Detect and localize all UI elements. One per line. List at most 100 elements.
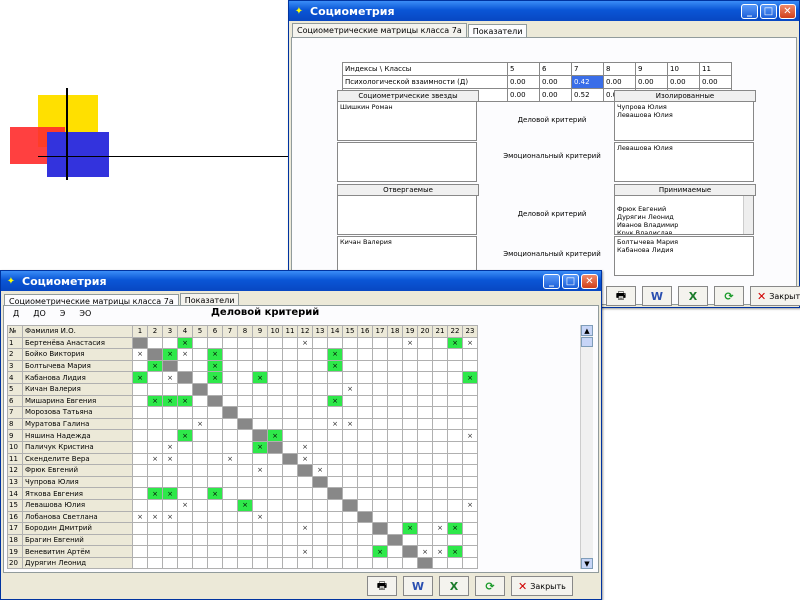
matrix-cell[interactable] bbox=[267, 498, 283, 512]
stars-business-list[interactable]: Шишкин Роман bbox=[337, 101, 477, 141]
matrix-cell[interactable] bbox=[387, 371, 403, 384]
matrix-cell[interactable] bbox=[252, 452, 268, 466]
matrix-cell[interactable] bbox=[357, 440, 373, 454]
matrix-cell[interactable] bbox=[252, 475, 268, 489]
matrix-cell[interactable] bbox=[447, 348, 463, 361]
positive-choice-cell[interactable]: × bbox=[162, 348, 178, 361]
matrix-cell[interactable] bbox=[207, 429, 223, 442]
negative-choice-cell[interactable]: × bbox=[177, 348, 193, 361]
matrix-cell[interactable] bbox=[462, 417, 478, 431]
matrix-cell[interactable] bbox=[402, 498, 418, 512]
matrix-cell[interactable] bbox=[267, 510, 283, 524]
diagonal-cell[interactable] bbox=[372, 522, 388, 535]
matrix-cell[interactable] bbox=[357, 487, 373, 500]
matrix-cell[interactable] bbox=[267, 394, 283, 408]
matrix-cell[interactable] bbox=[417, 336, 433, 350]
matrix-cell[interactable] bbox=[282, 533, 298, 547]
matrix-cell[interactable] bbox=[432, 533, 448, 547]
matrix-cell[interactable] bbox=[237, 452, 253, 466]
diagonal-cell[interactable] bbox=[402, 545, 418, 558]
negative-choice-cell[interactable]: × bbox=[297, 545, 313, 558]
matrix-cell[interactable] bbox=[402, 382, 418, 396]
matrix-cell[interactable] bbox=[357, 406, 373, 419]
diagonal-cell[interactable] bbox=[312, 475, 328, 489]
negative-choice-cell[interactable]: × bbox=[462, 336, 478, 350]
index-value-cell[interactable]: 0.00 bbox=[603, 75, 636, 89]
matrix-cell[interactable] bbox=[222, 533, 238, 547]
subtab-eo[interactable]: ЭО bbox=[77, 309, 93, 318]
matrix-cell[interactable] bbox=[432, 464, 448, 477]
matrix-cell[interactable] bbox=[402, 533, 418, 547]
matrix-cell[interactable] bbox=[312, 487, 328, 500]
close-window-button[interactable]: ✕ bbox=[779, 3, 796, 19]
matrix-cell[interactable] bbox=[252, 498, 268, 512]
matrix-cell[interactable] bbox=[312, 429, 328, 442]
matrix-cell[interactable] bbox=[147, 429, 163, 442]
matrix-cell[interactable] bbox=[282, 440, 298, 454]
index-value-cell[interactable]: 5 bbox=[507, 62, 540, 76]
matrix-cell[interactable] bbox=[342, 359, 358, 373]
matrix-cell[interactable] bbox=[357, 522, 373, 535]
maximize-button[interactable]: □ bbox=[760, 3, 777, 19]
matrix-cell[interactable] bbox=[417, 359, 433, 373]
matrix-cell[interactable] bbox=[327, 429, 343, 442]
matrix-cell[interactable] bbox=[462, 406, 478, 419]
negative-choice-cell[interactable]: × bbox=[432, 545, 448, 558]
matrix-cell[interactable] bbox=[297, 510, 313, 524]
diagonal-cell[interactable] bbox=[237, 417, 253, 431]
matrix-cell[interactable] bbox=[447, 533, 463, 547]
matrix-cell[interactable] bbox=[252, 406, 268, 419]
diagonal-cell[interactable] bbox=[192, 382, 208, 396]
diagonal-cell[interactable] bbox=[207, 394, 223, 408]
matrix-cell[interactable] bbox=[147, 417, 163, 431]
matrix-cell[interactable] bbox=[237, 429, 253, 442]
scroll-down-icon[interactable]: ▼ bbox=[581, 558, 593, 569]
index-value-cell[interactable]: 0.00 bbox=[507, 75, 540, 89]
index-label-cell[interactable]: Психологической взаимности (Д) bbox=[342, 75, 508, 89]
matrix-cell[interactable] bbox=[402, 348, 418, 361]
matrix-cell[interactable] bbox=[312, 371, 328, 384]
matrix-cell[interactable] bbox=[267, 348, 283, 361]
matrix-cell[interactable] bbox=[402, 359, 418, 373]
matrix-cell[interactable] bbox=[357, 429, 373, 442]
matrix-cell[interactable] bbox=[162, 464, 178, 477]
matrix-cell[interactable] bbox=[147, 545, 163, 558]
matrix-cell[interactable] bbox=[207, 440, 223, 454]
matrix-cell[interactable] bbox=[162, 429, 178, 442]
matrix-cell[interactable] bbox=[462, 545, 478, 558]
minimize-button[interactable]: _ bbox=[741, 3, 758, 19]
matrix-cell[interactable] bbox=[222, 336, 238, 350]
diagonal-cell[interactable] bbox=[252, 429, 268, 442]
index-value-cell[interactable]: 6 bbox=[539, 62, 572, 76]
matrix-cell[interactable] bbox=[432, 359, 448, 373]
matrix-cell[interactable] bbox=[387, 487, 403, 500]
negative-choice-cell[interactable]: × bbox=[402, 336, 418, 350]
matrix-cell[interactable] bbox=[297, 359, 313, 373]
matrix-cell[interactable] bbox=[402, 429, 418, 442]
matrix-cell[interactable] bbox=[387, 394, 403, 408]
matrix-cell[interactable] bbox=[357, 556, 373, 570]
matrix-cell[interactable] bbox=[312, 545, 328, 558]
matrix-cell[interactable] bbox=[297, 371, 313, 384]
matrix-cell[interactable] bbox=[402, 487, 418, 500]
print-button[interactable]: 🖶 bbox=[606, 286, 636, 306]
matrix-cell[interactable] bbox=[387, 440, 403, 454]
negative-choice-cell[interactable]: × bbox=[132, 510, 148, 524]
matrix-cell[interactable] bbox=[132, 464, 148, 477]
matrix-cell[interactable] bbox=[252, 394, 268, 408]
matrix-cell[interactable] bbox=[327, 545, 343, 558]
matrix-cell[interactable] bbox=[447, 487, 463, 500]
matrix-cell[interactable] bbox=[357, 498, 373, 512]
matrix-cell[interactable] bbox=[432, 417, 448, 431]
isolated-emotional-list[interactable]: Левашова Юлия bbox=[614, 142, 754, 182]
matrix-cell[interactable] bbox=[267, 533, 283, 547]
matrix-cell[interactable] bbox=[207, 417, 223, 431]
matrix-cell[interactable] bbox=[177, 452, 193, 466]
maximize-button[interactable]: □ bbox=[562, 273, 579, 289]
matrix-cell[interactable] bbox=[162, 533, 178, 547]
matrix-cell[interactable] bbox=[132, 556, 148, 570]
subtab-do[interactable]: ДО bbox=[31, 309, 48, 318]
matrix-cell[interactable] bbox=[297, 556, 313, 570]
matrix-cell[interactable] bbox=[282, 394, 298, 408]
matrix-cell[interactable] bbox=[177, 522, 193, 535]
